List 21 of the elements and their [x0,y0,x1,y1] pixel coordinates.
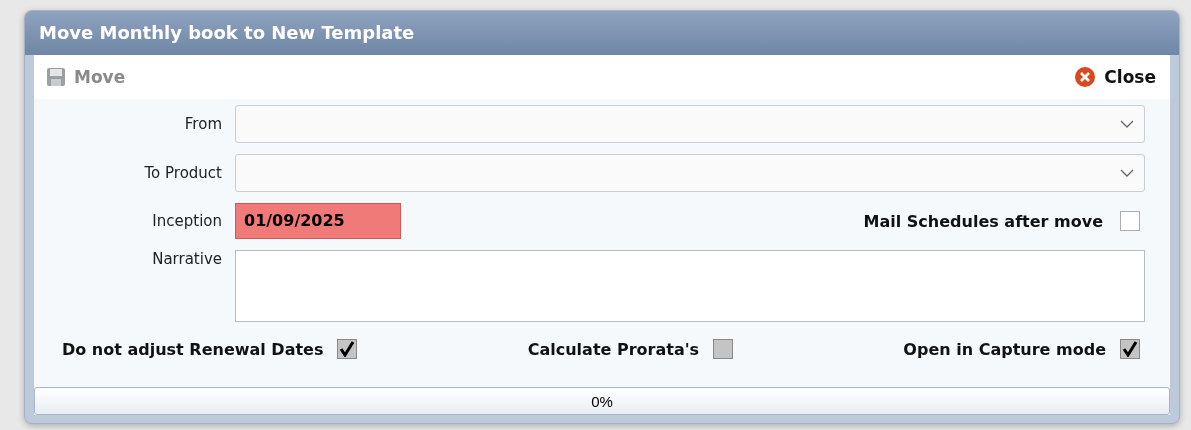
progress-text: 0% [591,392,613,410]
dropdown-field[interactable] [235,154,1145,192]
narrative-field[interactable] [235,250,1145,322]
field-label: To Product [143,164,222,182]
checkmark-icon [1122,341,1138,357]
chevron-down-icon [1120,120,1134,128]
checkbox[interactable] [1120,211,1140,231]
checkmark-icon [339,341,356,357]
field-label: Inception [151,212,222,230]
window-title: Move Monthly book to New Template [25,11,1179,55]
date-field[interactable]: 01/09/2025 [235,203,401,239]
checkbox-label: Open in Capture mode [903,339,1106,359]
dropdown-field[interactable] [235,105,1145,143]
close-icon [1074,66,1097,88]
field-label: Narrative [151,250,222,268]
field-label: From [183,115,222,133]
checkbox-label: Mail Schedules after move [863,211,1103,231]
checkbox-label: Calculate Prorata's [527,339,700,359]
checkbox-label: Do not adjust Renewal Dates [62,339,324,359]
chevron-down-icon [1120,169,1134,177]
close-button[interactable]: Close [1072,64,1158,90]
